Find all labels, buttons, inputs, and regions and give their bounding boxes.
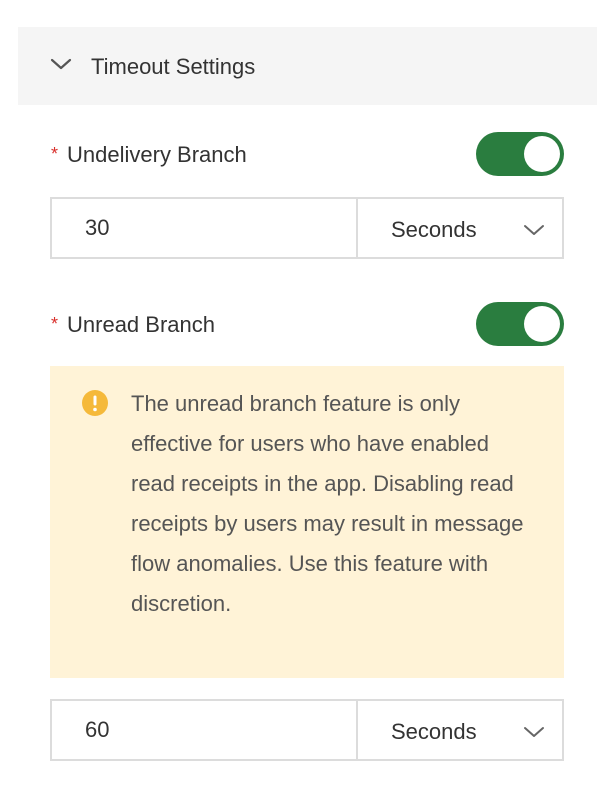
undelivery-branch-label: * Undelivery Branch (51, 141, 247, 170)
chevron-down-icon (524, 727, 544, 737)
undelivery-branch-toggle[interactable] (476, 132, 564, 176)
required-mark: * (51, 144, 59, 164)
unread-unit-select[interactable]: Seconds (356, 699, 564, 761)
toggle-knob (524, 136, 560, 172)
unread-branch-label: * Unread Branch (51, 311, 215, 340)
undelivery-unit-value: Seconds (391, 217, 477, 242)
warning-icon (82, 390, 108, 416)
toggle-knob (524, 306, 560, 342)
warning-message: The unread branch feature is only effect… (131, 391, 524, 616)
undelivery-timeout-input[interactable] (50, 197, 356, 259)
required-mark: * (51, 314, 59, 334)
section-title: Timeout Settings (91, 54, 256, 79)
undelivery-timeout-group: Seconds (50, 197, 564, 259)
unread-unit-value: Seconds (391, 719, 477, 744)
unread-timeout-group: Seconds (50, 699, 564, 761)
unread-branch-label-text: Unread Branch (67, 312, 215, 337)
chevron-down-icon (524, 225, 544, 235)
unread-timeout-input[interactable] (50, 699, 356, 761)
undelivery-branch-label-text: Undelivery Branch (67, 142, 247, 167)
chevron-down-icon[interactable] (49, 52, 73, 76)
unread-branch-toggle[interactable] (476, 302, 564, 346)
undelivery-unit-select[interactable]: Seconds (356, 197, 564, 259)
